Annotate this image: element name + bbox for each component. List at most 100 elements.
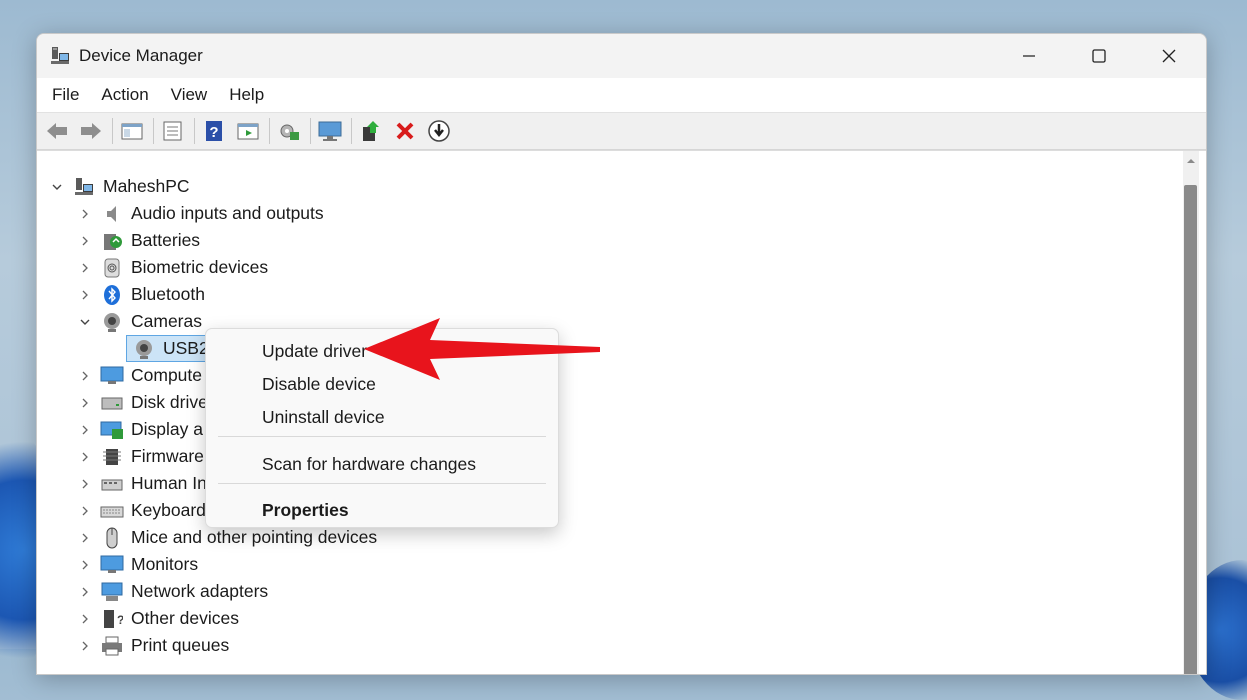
enable-device-button[interactable] xyxy=(355,116,387,146)
chevron-down-icon[interactable] xyxy=(75,312,95,332)
chevron-right-icon[interactable] xyxy=(75,285,95,305)
tree-root-label: MaheshPC xyxy=(103,176,190,196)
maximize-icon xyxy=(1092,49,1106,63)
minimize-button[interactable] xyxy=(994,34,1064,78)
toolbar-separator xyxy=(112,118,113,144)
menu-bar: File Action View Help xyxy=(37,78,1206,113)
tree-category-hid[interactable]: Human In xyxy=(75,470,207,497)
context-menu-uninstall-device[interactable]: Uninstall device xyxy=(262,407,385,428)
help-button[interactable]: ? xyxy=(198,116,230,146)
tree-category-label: Bluetooth xyxy=(131,284,205,304)
tree-category-computer[interactable]: Compute xyxy=(75,362,202,389)
context-menu-scan-hardware[interactable]: Scan for hardware changes xyxy=(262,454,476,475)
uninstall-device-button[interactable] xyxy=(389,116,421,146)
forward-button[interactable] xyxy=(75,116,107,146)
chevron-right-icon[interactable] xyxy=(75,204,95,224)
scan-hardware-button[interactable] xyxy=(273,116,305,146)
title-bar[interactable]: Device Manager xyxy=(37,34,1206,78)
mouse-icon xyxy=(99,527,125,549)
show-hide-console-tree-button[interactable] xyxy=(116,116,148,146)
tree-category-label: Monitors xyxy=(131,554,199,574)
svg-text:?: ? xyxy=(209,124,218,141)
tree-category-audio[interactable]: Audio inputs and outputs xyxy=(75,200,324,227)
keyboard-icon xyxy=(99,500,125,522)
tree-category-label: Firmware xyxy=(131,446,204,466)
disable-device-button[interactable] xyxy=(423,116,455,146)
tree-category-label: Human In xyxy=(131,473,207,493)
tree-category-label: Print queues xyxy=(131,635,230,655)
tree-category-label: Biometric devices xyxy=(131,257,269,277)
chevron-right-icon[interactable] xyxy=(75,420,95,440)
menu-file[interactable]: File xyxy=(41,78,90,112)
action-pane-icon xyxy=(237,123,259,140)
chevron-right-icon[interactable] xyxy=(75,447,95,467)
speaker-icon xyxy=(99,203,125,225)
tree-category-batteries[interactable]: Batteries xyxy=(75,227,200,254)
tree-category-mice[interactable]: Mice and other pointing devices xyxy=(75,524,377,551)
toolbar-separator xyxy=(194,118,195,144)
scroll-up-arrow-icon[interactable] xyxy=(1185,155,1197,167)
toolbar-separator xyxy=(269,118,270,144)
context-menu-separator xyxy=(218,483,546,484)
tree-category-label: Display a xyxy=(131,419,203,439)
minimize-icon xyxy=(1023,55,1035,57)
context-menu-update-driver[interactable]: Update driver xyxy=(262,341,367,362)
chevron-right-icon[interactable] xyxy=(75,366,95,386)
tree-category-keyboards[interactable]: Keyboard xyxy=(75,497,206,524)
chevron-right-icon[interactable] xyxy=(75,393,95,413)
properties-icon xyxy=(163,121,182,141)
show-hide-console-tree-icon xyxy=(121,123,143,140)
scrollbar-thumb[interactable] xyxy=(1184,185,1197,674)
forward-icon xyxy=(81,123,101,139)
close-button[interactable] xyxy=(1134,34,1204,78)
svg-text:?: ? xyxy=(117,613,123,627)
context-menu-disable-device[interactable]: Disable device xyxy=(262,374,376,395)
action-pane-button[interactable] xyxy=(232,116,264,146)
monitor-icon xyxy=(99,554,125,576)
tree-category-print-queues[interactable]: Print queues xyxy=(75,632,229,659)
menu-help[interactable]: Help xyxy=(218,78,275,112)
back-icon xyxy=(47,123,67,139)
tree-category-label: Disk drive xyxy=(131,392,208,412)
monitor-icon xyxy=(318,121,342,141)
tree-category-other-devices[interactable]: ? Other devices xyxy=(75,605,239,632)
tree-root[interactable]: MaheshPC xyxy=(47,173,190,200)
uninstall-device-icon xyxy=(396,122,414,140)
chevron-down-icon[interactable] xyxy=(47,177,67,197)
toolbar: ? xyxy=(37,113,1206,150)
tree-category-label: Batteries xyxy=(131,230,201,250)
tree-category-disk-drives[interactable]: Disk drive xyxy=(75,389,208,416)
tree-category-biometric[interactable]: Biometric devices xyxy=(75,254,268,281)
window-title: Device Manager xyxy=(79,46,203,65)
tree-category-cameras[interactable]: Cameras xyxy=(75,308,202,335)
tree-category-display-adapters[interactable]: Display a xyxy=(75,416,203,443)
menu-action[interactable]: Action xyxy=(90,78,159,112)
device-manager-app-icon xyxy=(49,45,71,72)
disable-device-icon xyxy=(428,120,450,142)
tree-category-monitors[interactable]: Monitors xyxy=(75,551,198,578)
chevron-right-icon[interactable] xyxy=(75,474,95,494)
tree-category-bluetooth[interactable]: Bluetooth xyxy=(75,281,205,308)
disk-drive-icon xyxy=(99,392,125,414)
context-menu-properties[interactable]: Properties xyxy=(262,500,349,521)
webcam-icon xyxy=(131,338,157,360)
chevron-right-icon[interactable] xyxy=(75,582,95,602)
chevron-right-icon[interactable] xyxy=(75,258,95,278)
firmware-icon xyxy=(99,446,125,468)
menu-view[interactable]: View xyxy=(160,78,219,112)
properties-button[interactable] xyxy=(157,116,189,146)
chevron-right-icon[interactable] xyxy=(75,528,95,548)
chevron-right-icon[interactable] xyxy=(75,636,95,656)
scan-hardware-icon xyxy=(280,124,299,140)
tree-category-network-adapters[interactable]: Network adapters xyxy=(75,578,268,605)
chevron-right-icon[interactable] xyxy=(75,231,95,251)
chevron-right-icon[interactable] xyxy=(75,609,95,629)
chevron-right-icon[interactable] xyxy=(75,555,95,575)
tree-category-label: Cameras xyxy=(131,311,202,331)
maximize-button[interactable] xyxy=(1064,34,1134,78)
chevron-right-icon[interactable] xyxy=(75,501,95,521)
back-button[interactable] xyxy=(41,116,73,146)
tree-category-firmware[interactable]: Firmware xyxy=(75,443,204,470)
monitor-scan-button[interactable] xyxy=(314,116,346,146)
tree-category-label: Compute xyxy=(131,365,203,385)
